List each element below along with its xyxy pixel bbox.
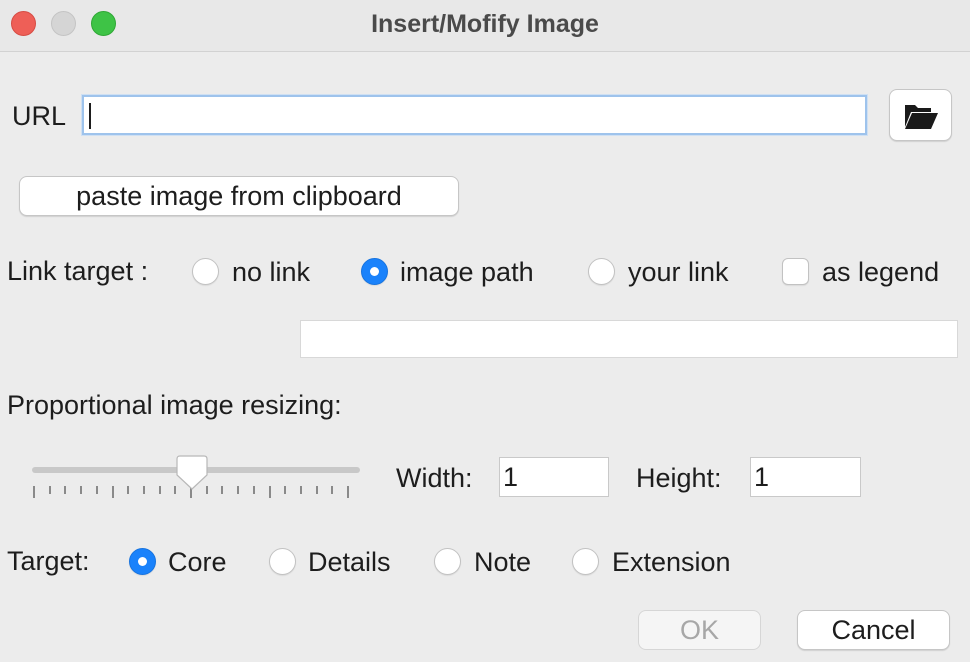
slider-tick — [221, 486, 224, 494]
text-cursor — [89, 103, 91, 129]
radio-no-link-label[interactable]: no link — [232, 257, 310, 288]
radio-image-path-label[interactable]: image path — [400, 257, 534, 288]
slider-tick — [284, 486, 287, 494]
slider-tick — [347, 486, 349, 498]
radio-your-link-label[interactable]: your link — [628, 257, 729, 288]
radio-details[interactable] — [269, 548, 296, 575]
width-value: 1 — [503, 462, 519, 492]
height-input[interactable]: 1 — [750, 457, 861, 497]
url-input[interactable] — [82, 95, 867, 135]
slider-tick — [268, 486, 271, 498]
height-value: 1 — [754, 462, 770, 492]
radio-core[interactable] — [129, 548, 156, 575]
slider-thumb[interactable] — [176, 455, 208, 491]
resize-slider[interactable] — [30, 452, 362, 502]
radio-extension-label[interactable]: Extension — [612, 547, 731, 578]
cancel-button[interactable]: Cancel — [797, 610, 950, 650]
radio-core-label[interactable]: Core — [168, 547, 227, 578]
radio-note[interactable] — [434, 548, 461, 575]
link-target-label: Link target : — [7, 256, 149, 286]
radio-note-label[interactable]: Note — [474, 547, 531, 578]
slider-tick — [127, 486, 130, 494]
ok-button[interactable]: OK — [638, 610, 761, 650]
slider-tick — [252, 486, 255, 494]
slider-tick — [158, 486, 161, 494]
slider-tick — [80, 486, 83, 494]
link-url-input[interactable] — [300, 320, 958, 358]
resizing-label: Proportional image resizing: — [7, 390, 342, 420]
width-label: Width: — [396, 463, 473, 493]
as-legend-label[interactable]: as legend — [822, 257, 939, 288]
slider-tick — [48, 486, 51, 494]
target-label: Target: — [7, 546, 90, 576]
window-title: Insert/Mofify Image — [371, 10, 599, 38]
title-bar: Insert/Mofify Image — [0, 0, 970, 52]
slider-tick — [142, 486, 145, 494]
slider-tick — [237, 486, 240, 494]
browse-file-button[interactable] — [889, 89, 952, 141]
slider-tick — [64, 486, 67, 494]
slider-tick — [111, 486, 114, 498]
radio-extension[interactable] — [572, 548, 599, 575]
folder-open-icon — [905, 105, 938, 129]
slider-tick — [33, 486, 35, 498]
paste-from-clipboard-button[interactable]: paste image from clipboard — [19, 176, 459, 216]
width-input[interactable]: 1 — [499, 457, 609, 497]
radio-your-link[interactable] — [588, 258, 615, 285]
slider-tick — [95, 486, 98, 494]
url-label: URL — [12, 101, 67, 131]
radio-image-path[interactable] — [361, 258, 388, 285]
as-legend-checkbox[interactable] — [782, 258, 809, 285]
radio-details-label[interactable]: Details — [308, 547, 391, 578]
slider-tick — [315, 486, 318, 494]
slider-tick — [299, 486, 302, 494]
slider-tick — [331, 486, 334, 494]
radio-no-link[interactable] — [192, 258, 219, 285]
height-label: Height: — [636, 463, 722, 493]
